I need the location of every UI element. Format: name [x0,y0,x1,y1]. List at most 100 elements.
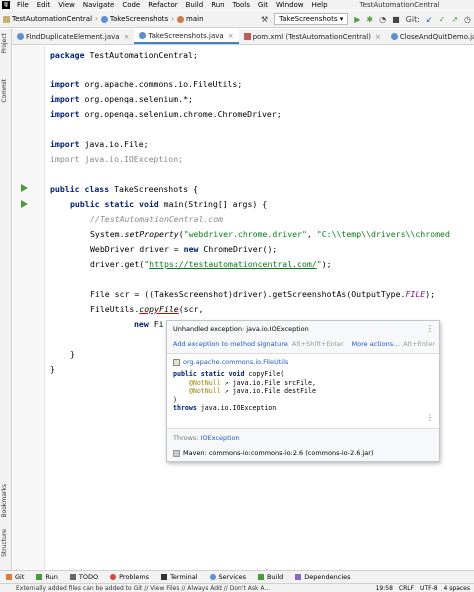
bookmarks-tool-button[interactable]: Bookmarks [1,484,8,518]
doc-class-path[interactable]: org.apache.commons.io.FileUtils [173,358,288,366]
sig-token: ) [173,395,177,404]
cursor-position[interactable]: 19:58 [376,585,393,592]
git-history-icon[interactable]: ◷ [464,15,471,24]
run-configuration-dropdown[interactable]: TakeScreenshots ▾ [274,13,349,25]
tab-pom-xml[interactable]: pom.xml (TestAutomationCentral) × [239,29,386,44]
tab-find-duplicate-element[interactable]: FindDuplicateElement.java × [12,29,134,44]
debug-icon[interactable]: ✱ [366,15,373,24]
code-line: package TestAutomationCentral; [50,49,198,61]
code-token: (scr, [178,304,204,314]
code-token: setProperty [124,229,179,239]
run-configuration-label: TakeScreenshots [279,15,338,23]
tab-label: TakeScreenshots.java [148,31,224,40]
run-class-icon[interactable] [21,184,28,192]
run-icon[interactable]: ▶ [354,15,360,24]
menu-window[interactable]: Window [272,1,308,9]
run-icon [36,574,43,580]
method-signature: public static void copyFile( @NotNull ↗ … [173,370,316,413]
menu-run[interactable]: Run [207,1,228,9]
menu-tools[interactable]: Tools [229,1,254,9]
project-tool-button[interactable]: Project [1,33,8,54]
code-token: new [183,244,199,254]
code-line: System.setProperty("webdriver.chrome.dri… [90,228,450,240]
breadcrumb-project-label: TestAutomationCentral [12,15,93,23]
menu-git[interactable]: Git [254,1,272,9]
services-tool-button[interactable]: Services [204,573,252,581]
build-hammer-icon[interactable]: ⚒ [261,15,268,24]
add-exception-to-signature-link[interactable]: Add exception to method signature [173,340,288,348]
tab-label: pom.xml (TestAutomationCentral) [252,32,371,41]
code-token: import [50,79,80,89]
maven-file-icon [243,33,251,40]
git-commit-icon[interactable]: ✓ [439,15,446,24]
code-line: } [70,349,75,359]
indent-setting[interactable]: 4 spaces [444,585,470,592]
more-options-icon[interactable]: ⋮ [426,324,434,333]
tool-label: Problems [119,573,150,581]
sig-token: public static void [173,370,245,378]
menu-refactor[interactable]: Refactor [144,1,181,9]
git-update-icon[interactable]: ↙ [426,15,433,24]
sig-token: @NotNull [188,378,221,387]
code-line: import java.io.File; [50,138,149,150]
status-message[interactable]: Externally added files can be added to G… [0,585,270,592]
menu-navigate[interactable]: Navigate [79,1,118,9]
code-line: WebDriver driver = new ChromeDriver(); [90,243,277,255]
code-token: ChromeDriver(); [198,244,278,254]
close-icon[interactable]: × [375,33,381,41]
code-line: } [50,364,55,374]
bottom-tool-bar: Git Run TODO Problems Terminal Services … [0,570,474,583]
intellij-logo-icon: IJ [2,1,10,9]
menu-file[interactable]: File [13,1,33,9]
breadcrumb-project[interactable]: TestAutomationCentral [0,15,95,23]
code-editor[interactable]: package TestAutomationCentral; import or… [50,46,474,569]
code-url-link[interactable]: https://testautomationcentral.com/ [149,259,317,269]
run-main-icon[interactable] [21,200,28,208]
maven-library-info: Maven: commons-io:commons-io:2.6 (common… [173,449,373,457]
tool-label: TODO [78,573,99,581]
code-line-unused-import: import java.io.IOException; [50,153,183,165]
services-icon [209,574,216,580]
doc-more-options-icon[interactable]: ⋮ [426,413,434,422]
problems-tool-button[interactable]: Problems [104,573,155,581]
breadcrumb-method[interactable]: main [174,15,207,23]
terminal-tool-button[interactable]: Terminal [155,573,203,581]
method-icon [177,15,185,23]
structure-tool-button[interactable]: Structure [1,529,8,557]
git-tool-button[interactable]: Git [0,573,30,581]
file-encoding[interactable]: UTF-8 [420,585,438,592]
more-actions-link[interactable]: More actions... [352,340,400,348]
dependencies-tool-button[interactable]: Dependencies [289,573,356,581]
menu-view[interactable]: View [54,1,79,9]
code-token: import [50,154,80,164]
close-icon[interactable]: × [124,33,130,41]
git-push-icon[interactable]: ↗ [451,15,458,24]
menu-edit[interactable]: Edit [33,1,55,9]
todo-tool-button[interactable]: TODO [64,573,104,581]
code-token: java.io.File; [79,139,149,149]
breadcrumb-class[interactable]: TakeScreenshots [98,15,171,23]
dependencies-icon [295,574,302,580]
menu-build[interactable]: Build [182,1,208,9]
editor-tabs: FindDuplicateElement.java × TakeScreensh… [12,29,474,45]
tool-label: Dependencies [304,573,351,581]
menu-code[interactable]: Code [118,1,144,9]
coverage-icon[interactable]: ◔ [379,15,386,24]
code-token: driver.get( [90,259,145,269]
code-token: , [306,229,317,239]
build-tool-button[interactable]: Build [252,573,289,581]
line-separator[interactable]: CRLF [399,585,414,592]
menu-bar: IJ File Edit View Navigate Code Refactor… [0,0,474,10]
java-class-icon [390,33,398,40]
stop-icon[interactable]: ■ [392,15,400,24]
menu-help[interactable]: Help [308,1,332,9]
build-icon [257,574,264,580]
throws-exception-link[interactable]: IOException [201,434,240,442]
tab-take-screenshots[interactable]: TakeScreenshots.java × [134,29,239,44]
tab-close-and-quit-demo[interactable]: CloseAndQuitDemo.java × [386,29,474,44]
code-line: new Fi [134,318,164,330]
code-token: System. [90,229,125,239]
commit-tool-button[interactable]: Commit [1,79,8,103]
close-icon[interactable]: × [228,32,234,40]
run-tool-button[interactable]: Run [30,573,63,581]
